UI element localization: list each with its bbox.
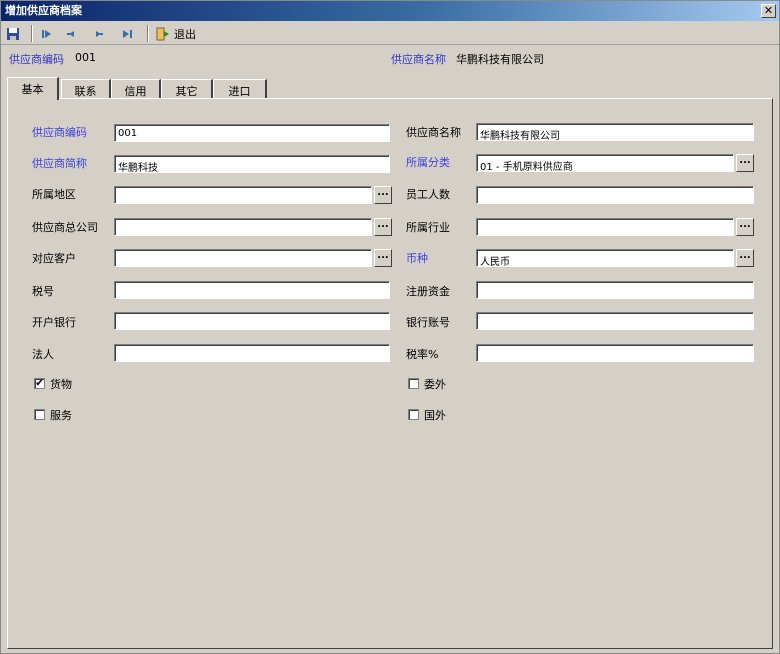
supplier-archive-window: 增加供应商档案 ✕ 退出 供应商编码 001 供应商名称 华鹏科技有限公司 基本… [0,0,780,654]
next-icon [96,30,103,37]
industry-label: 所属行业 [406,221,450,234]
category-label: 所属分类 [406,156,450,169]
exit-button[interactable]: 退出 [155,24,196,43]
bank-input[interactable] [114,312,390,330]
legal-person-label: 法人 [32,348,54,361]
customer-label: 对应客户 [32,252,76,265]
last-record-button[interactable] [119,24,135,43]
info-code-value: 001 [75,51,96,64]
industry-input[interactable] [476,218,734,236]
employee-count-input[interactable] [476,186,754,204]
basic-tab-panel: 供应商编码 001 供应商简称 华鹏科技 所属地区 ... 供应商总公司 ...… [7,98,773,649]
tab-label: 基本 [21,83,44,96]
region-label: 所属地区 [32,188,76,201]
window-title: 增加供应商档案 [5,4,82,17]
supplier-name-label: 供应商名称 [406,126,461,139]
head-office-input[interactable] [114,218,372,236]
legal-person-input[interactable] [114,344,390,362]
category-browse-button[interactable]: ... [736,154,754,172]
tax-number-label: 税号 [32,285,54,298]
previous-record-button[interactable] [63,24,79,43]
head-office-browse-button[interactable]: ... [374,218,392,236]
currency-label: 币种 [406,252,428,265]
bank-account-label: 银行账号 [406,316,450,329]
last-icon [123,29,132,38]
customer-browse-button[interactable]: ... [374,249,392,267]
tax-rate-input[interactable] [476,344,754,362]
exit-icon [156,27,169,40]
foreign-checkbox[interactable] [408,409,419,420]
tab-label: 其它 [175,85,198,98]
tab-other[interactable]: 其它 [161,79,213,99]
bank-account-input[interactable] [476,312,754,330]
foreign-label: 国外 [424,409,446,422]
goods-label: 货物 [50,378,72,391]
outsourcing-label: 委外 [424,378,446,391]
tab-label: 联系 [74,85,97,98]
info-code-label: 供应商编码 [9,53,64,66]
supplier-code-input[interactable]: 001 [114,124,390,142]
employee-count-label: 员工人数 [406,188,450,201]
category-input[interactable]: 01 - 手机原料供应商 [476,154,734,172]
registered-capital-label: 注册资金 [406,285,450,298]
previous-icon [67,30,74,37]
first-icon [42,29,51,38]
toolbar: 退出 [1,22,779,45]
supplier-short-name-input[interactable]: 华鹏科技 [114,155,390,173]
tab-import[interactable]: 进口 [213,79,267,99]
tab-label: 信用 [124,85,147,98]
tax-rate-label: 税率% [406,348,439,361]
first-record-button[interactable] [39,24,55,43]
head-office-label: 供应商总公司 [32,221,98,234]
record-info-bar: 供应商编码 001 供应商名称 华鹏科技有限公司 [1,47,779,69]
customer-input[interactable] [114,249,372,267]
service-checkbox[interactable] [34,409,45,420]
tab-credit[interactable]: 信用 [111,79,161,99]
tax-number-input[interactable] [114,281,390,299]
tab-basic[interactable]: 基本 [7,77,59,100]
supplier-code-label: 供应商编码 [32,126,87,139]
currency-input[interactable]: 人民币 [476,249,734,267]
currency-browse-button[interactable]: ... [736,249,754,267]
supplier-short-name-label: 供应商简称 [32,157,87,170]
next-record-button[interactable] [91,24,107,43]
save-button[interactable] [5,24,21,43]
exit-label: 退出 [174,27,196,41]
region-browse-button[interactable]: ... [374,186,392,204]
info-name-value: 华鹏科技有限公司 [456,53,544,66]
service-label: 服务 [50,409,72,422]
industry-browse-button[interactable]: ... [736,218,754,236]
close-button[interactable]: ✕ [761,4,776,18]
title-bar: 增加供应商档案 [1,1,779,21]
save-icon [7,27,19,40]
outsourcing-checkbox[interactable] [408,378,419,389]
info-name-label: 供应商名称 [391,53,446,66]
goods-checkbox[interactable]: ✔ [34,378,45,389]
supplier-name-input[interactable]: 华鹏科技有限公司 [476,123,754,141]
tab-contact[interactable]: 联系 [61,79,111,99]
tab-label: 进口 [228,85,251,98]
region-input[interactable] [114,186,372,204]
bank-label: 开户银行 [32,316,76,329]
registered-capital-input[interactable] [476,281,754,299]
